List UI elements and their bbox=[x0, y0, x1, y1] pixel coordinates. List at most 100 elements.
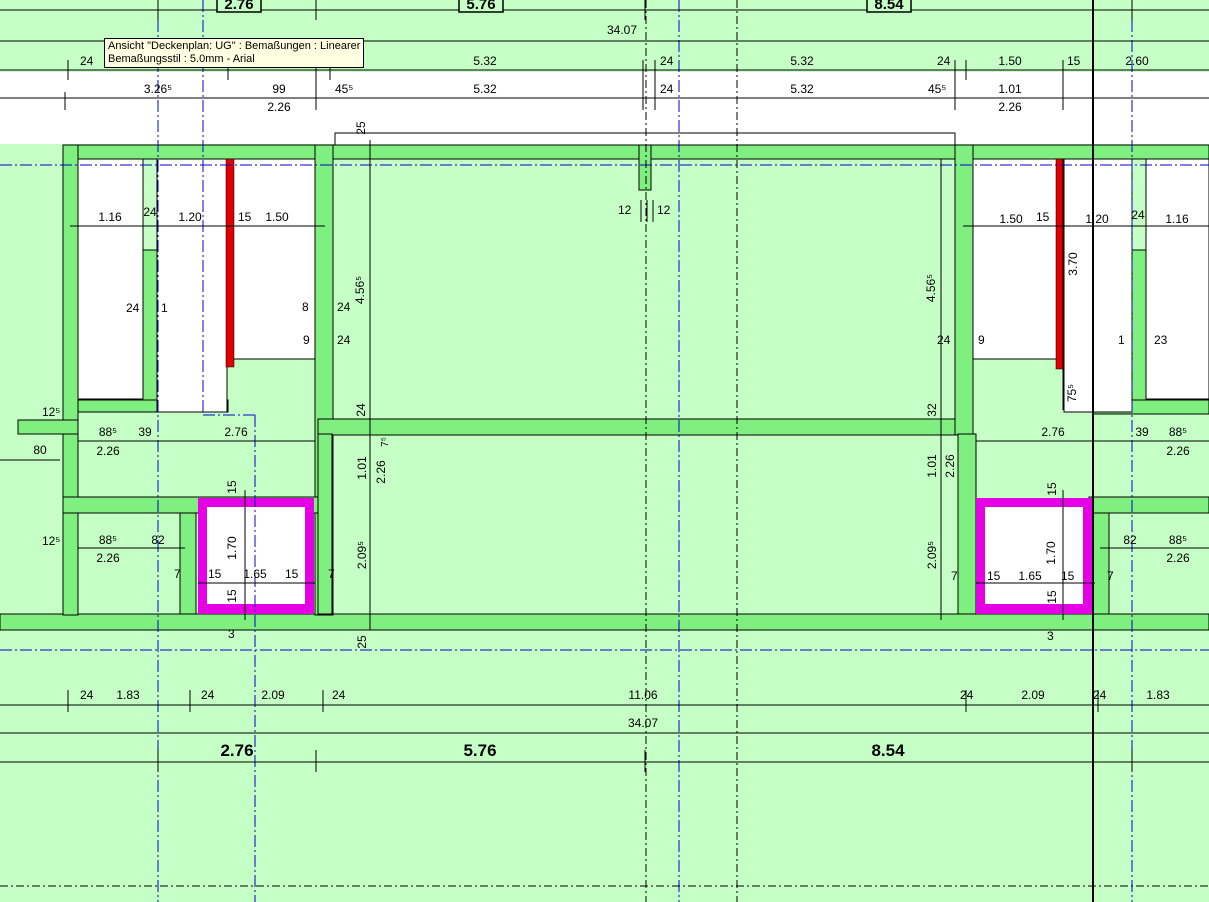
tag-1: 2.76 bbox=[224, 0, 253, 13]
dim-text: 1.83 bbox=[1146, 688, 1170, 702]
dim-text: 15 bbox=[1061, 569, 1075, 583]
dim-text: 23 bbox=[1154, 333, 1168, 347]
dim-text: 24 bbox=[80, 688, 94, 702]
dim-text: 15 bbox=[987, 569, 1001, 583]
dim-text: 24 bbox=[1093, 688, 1107, 702]
dim-text: 12⁵ bbox=[42, 405, 60, 419]
tooltip-line-2: Bemaßungsstil : 5.0mm - Arial bbox=[108, 53, 255, 65]
dim-text: 7 bbox=[1107, 569, 1114, 583]
dim-text: 5.32 bbox=[473, 82, 497, 96]
dim-text: 15 bbox=[285, 567, 299, 581]
dim-text: 1.16 bbox=[98, 210, 122, 224]
dim-text: 24 bbox=[337, 300, 351, 314]
dim-text: 1.50 bbox=[265, 210, 289, 224]
dim-text: 80 bbox=[33, 443, 47, 457]
bottom-total-1: 2.76 bbox=[220, 741, 253, 760]
dim-text: 12 bbox=[657, 203, 671, 217]
dim-text: 12⁵ bbox=[42, 534, 60, 548]
dim-text: 1.16 bbox=[1165, 212, 1189, 226]
dim-text: 15 bbox=[225, 480, 239, 494]
dim-text: 24 bbox=[201, 688, 215, 702]
dim-text: 88⁵ bbox=[99, 425, 117, 439]
highlight-red-left[interactable] bbox=[225, 158, 235, 368]
dim-text: 24 bbox=[937, 333, 951, 347]
dim-text: 2.26 bbox=[374, 460, 388, 484]
dim-text: 24 bbox=[660, 82, 674, 96]
dim-text: 82 bbox=[1123, 533, 1137, 547]
dim-text: 1.65 bbox=[1018, 569, 1042, 583]
dim-text: 24 bbox=[960, 688, 974, 702]
dim-text: 4.56⁵ bbox=[924, 274, 938, 302]
dim-text: 7⁵ bbox=[380, 437, 391, 447]
dim-text: 2.26 bbox=[1166, 444, 1190, 458]
dim-text: 2.26 bbox=[943, 454, 957, 478]
bottom-total-2: 5.76 bbox=[463, 741, 496, 760]
dim-text: 24 bbox=[337, 333, 351, 347]
dim-text: 2.09⁵ bbox=[925, 541, 939, 569]
dim-text: 88⁵ bbox=[1169, 425, 1187, 439]
dim-text: 24 bbox=[937, 54, 951, 68]
dim-text: 1.50 bbox=[998, 54, 1022, 68]
dim-text: 45⁵ bbox=[928, 82, 946, 96]
dimension-tooltip: Ansicht "Deckenplan: UG" : Bemaßungen : … bbox=[104, 38, 365, 68]
dim-text: 1.83 bbox=[116, 688, 140, 702]
dim-text: 4.56⁵ bbox=[353, 276, 367, 304]
dim-text: 8 bbox=[302, 300, 309, 314]
dim-text: 25 bbox=[354, 121, 368, 135]
dim-text: 5.32 bbox=[790, 82, 814, 96]
dim-text: 25 bbox=[355, 635, 369, 649]
dim-text: 12 bbox=[618, 203, 632, 217]
dim-text: 2.26 bbox=[1166, 551, 1190, 565]
dim-text: 15 bbox=[238, 210, 252, 224]
dim-text: 1.01 bbox=[355, 456, 369, 480]
dim-text: 5.32 bbox=[790, 54, 814, 68]
dim-text: 24 bbox=[126, 301, 140, 315]
tooltip-line-1: Ansicht "Deckenplan: UG" : Bemaßungen : … bbox=[108, 40, 361, 52]
dim-text: 7 bbox=[328, 567, 335, 581]
dim-text: 15 bbox=[1045, 590, 1059, 604]
dim-text: 2.09 bbox=[1021, 688, 1045, 702]
floor-plan-canvas[interactable]: 2.76 5.76 8.54 34.07 24 5.32 24 5.32 24 … bbox=[0, 0, 1209, 902]
tag-2: 5.76 bbox=[466, 0, 495, 13]
shaft-right[interactable] bbox=[976, 498, 1092, 614]
tag-3: 8.54 bbox=[874, 0, 904, 13]
dim-text: 15 bbox=[1036, 210, 1050, 224]
dim-text: 2.09 bbox=[261, 688, 285, 702]
dim-text: 24 bbox=[80, 54, 94, 68]
shaft-left[interactable] bbox=[198, 498, 314, 614]
dim-text: 75⁵ bbox=[1065, 384, 1079, 402]
dim-text: 15 bbox=[1045, 482, 1059, 496]
dim-text: 15 bbox=[1067, 54, 1081, 68]
dim-text: 2.60 bbox=[1125, 54, 1149, 68]
dim-text: 3.26⁵ bbox=[144, 82, 172, 96]
dim-text: 2.26 bbox=[998, 100, 1022, 114]
dim-text: 1 bbox=[161, 301, 168, 315]
total-bottom: 34.07 bbox=[628, 716, 658, 730]
bottom-total-3: 8.54 bbox=[871, 741, 905, 760]
dim-text: 1.20 bbox=[1085, 212, 1109, 226]
dim-text: 88⁵ bbox=[99, 533, 117, 547]
dim-text: 7 bbox=[951, 569, 958, 583]
dim-text: 15 bbox=[208, 567, 222, 581]
dim-text: 1.01 bbox=[998, 82, 1022, 96]
dim-text: 15 bbox=[225, 589, 239, 603]
dim-text: 2.76 bbox=[224, 425, 248, 439]
dim-text: 9 bbox=[303, 333, 310, 347]
dim-text: 3.70 bbox=[1066, 252, 1080, 276]
dim-text: 1.70 bbox=[225, 536, 239, 560]
dim-text: 1.70 bbox=[1044, 541, 1058, 565]
dim-text: 32 bbox=[925, 403, 939, 417]
dim-text: 5.32 bbox=[473, 54, 497, 68]
dim-text: 1.01 bbox=[925, 454, 939, 478]
dim-text: 2.26 bbox=[267, 100, 291, 114]
dim-text: 82 bbox=[151, 533, 165, 547]
dim-text: 39 bbox=[1135, 425, 1149, 439]
total-top: 34.07 bbox=[607, 23, 637, 37]
dim-text: 2.26 bbox=[96, 551, 120, 565]
dim-text: 11.06 bbox=[628, 688, 657, 702]
dim-text: 24 bbox=[143, 205, 157, 219]
dim-text: 1 bbox=[1118, 333, 1125, 347]
dim-text: 1.50 bbox=[999, 212, 1023, 226]
dim-text: 3 bbox=[1047, 629, 1054, 643]
dim-text: 99 bbox=[272, 82, 286, 96]
